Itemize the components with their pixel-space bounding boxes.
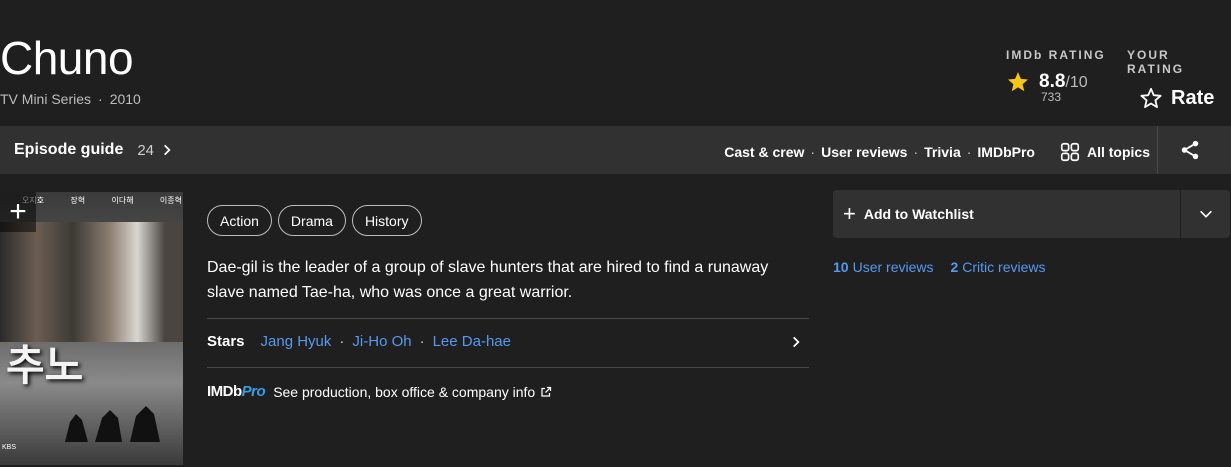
imdbpro-link[interactable]: IMDbPro See production, box office & com… — [207, 383, 552, 400]
your-rating-label: YOUR RATING — [1127, 48, 1185, 76]
grid-icon — [1060, 142, 1080, 162]
add-to-watchlist-button[interactable]: + Add to Watchlist — [833, 190, 1179, 238]
chevron-right-icon — [793, 336, 800, 347]
horse-riders-silhouette — [65, 406, 160, 442]
add-to-watchlist-ribbon[interactable]: + — [0, 192, 36, 232]
rating-out-of: /10 — [1065, 74, 1088, 91]
user-reviews-link[interactable]: 10 User reviews — [833, 259, 933, 275]
star-icon — [1008, 72, 1028, 92]
share-icon — [1181, 140, 1199, 160]
your-rating[interactable]: YOUR RATING Rate — [1127, 48, 1231, 110]
release-year[interactable]: 2010 — [110, 91, 141, 107]
all-topics-button[interactable]: All topics — [1059, 141, 1150, 163]
star-link[interactable]: Lee Da-hae — [433, 333, 511, 350]
topic-links: Cast & crew · User reviews · Trivia · IM… — [724, 141, 1150, 163]
link-cast-crew[interactable]: Cast & crew — [724, 144, 804, 160]
critic-reviews-link[interactable]: 2 Critic reviews — [950, 259, 1045, 275]
rating-score: 8.8 — [1039, 71, 1066, 92]
star-link[interactable]: Jang Hyuk — [261, 333, 332, 350]
episode-count: 24 — [137, 141, 155, 159]
page-title: Chuno — [0, 32, 134, 84]
stars-row[interactable]: Stars Jang Hyuk · Ji-Ho Oh · Lee Da-hae — [207, 333, 809, 350]
imdb-rating-label: IMDb RATING — [1006, 48, 1106, 62]
review-links: 10 User reviews 2 Critic reviews — [833, 259, 1063, 275]
all-topics-label: All topics — [1086, 144, 1150, 160]
genre-chip[interactable]: History — [351, 205, 422, 236]
episode-guide-link[interactable]: Episode guide 24 — [14, 141, 174, 159]
plus-icon: + — [843, 201, 856, 226]
imdb-rating[interactable]: IMDb RATING 8.8/10 733 — [1006, 48, 1106, 104]
poster-cast-names: 오지호 장혁 이다해 이종혁 — [22, 196, 182, 205]
rate-button[interactable]: Rate — [1171, 87, 1214, 110]
plot-summary: Dae-gil is the leader of a group of slav… — [207, 259, 769, 301]
poster-network: KBS — [2, 444, 17, 451]
link-imdbpro[interactable]: IMDbPro — [977, 144, 1035, 160]
episode-guide-label: Episode guide — [14, 141, 124, 158]
genre-chip[interactable]: Action — [207, 205, 272, 236]
share-button[interactable] — [1157, 126, 1222, 174]
external-link-icon — [541, 386, 552, 397]
genre-chips: Action Drama History — [207, 205, 422, 236]
chevron-right-icon — [164, 144, 171, 156]
divider — [207, 318, 809, 319]
sub-navigation: Episode guide 24 Cast & crew · User revi… — [0, 126, 1231, 174]
link-trivia[interactable]: Trivia — [924, 144, 961, 160]
star-outline-icon — [1140, 87, 1162, 108]
genre-chip[interactable]: Drama — [277, 205, 346, 236]
chevron-down-icon — [1200, 210, 1212, 218]
divider — [207, 367, 809, 368]
poster-title: 추노 — [6, 341, 84, 390]
watchlist-label: Add to Watchlist — [863, 206, 974, 222]
watchlist-control: + Add to Watchlist — [833, 190, 1230, 238]
poster-cast-photo — [0, 222, 183, 342]
link-user-reviews[interactable]: User reviews — [821, 144, 907, 160]
imdbpro-text: See production, box office & company inf… — [273, 383, 536, 400]
poster-image[interactable]: 오지호 장혁 이다해 이종혁 + 추노 KBS — [0, 192, 183, 465]
watchlist-dropdown-button[interactable] — [1180, 190, 1231, 238]
imdbpro-logo: IMDbPro — [207, 383, 266, 400]
title-meta: TV Mini Series · 2010 — [0, 91, 141, 107]
stars-label: Stars — [207, 333, 245, 350]
star-link[interactable]: Ji-Ho Oh — [352, 333, 411, 350]
series-type: TV Mini Series — [0, 91, 92, 107]
